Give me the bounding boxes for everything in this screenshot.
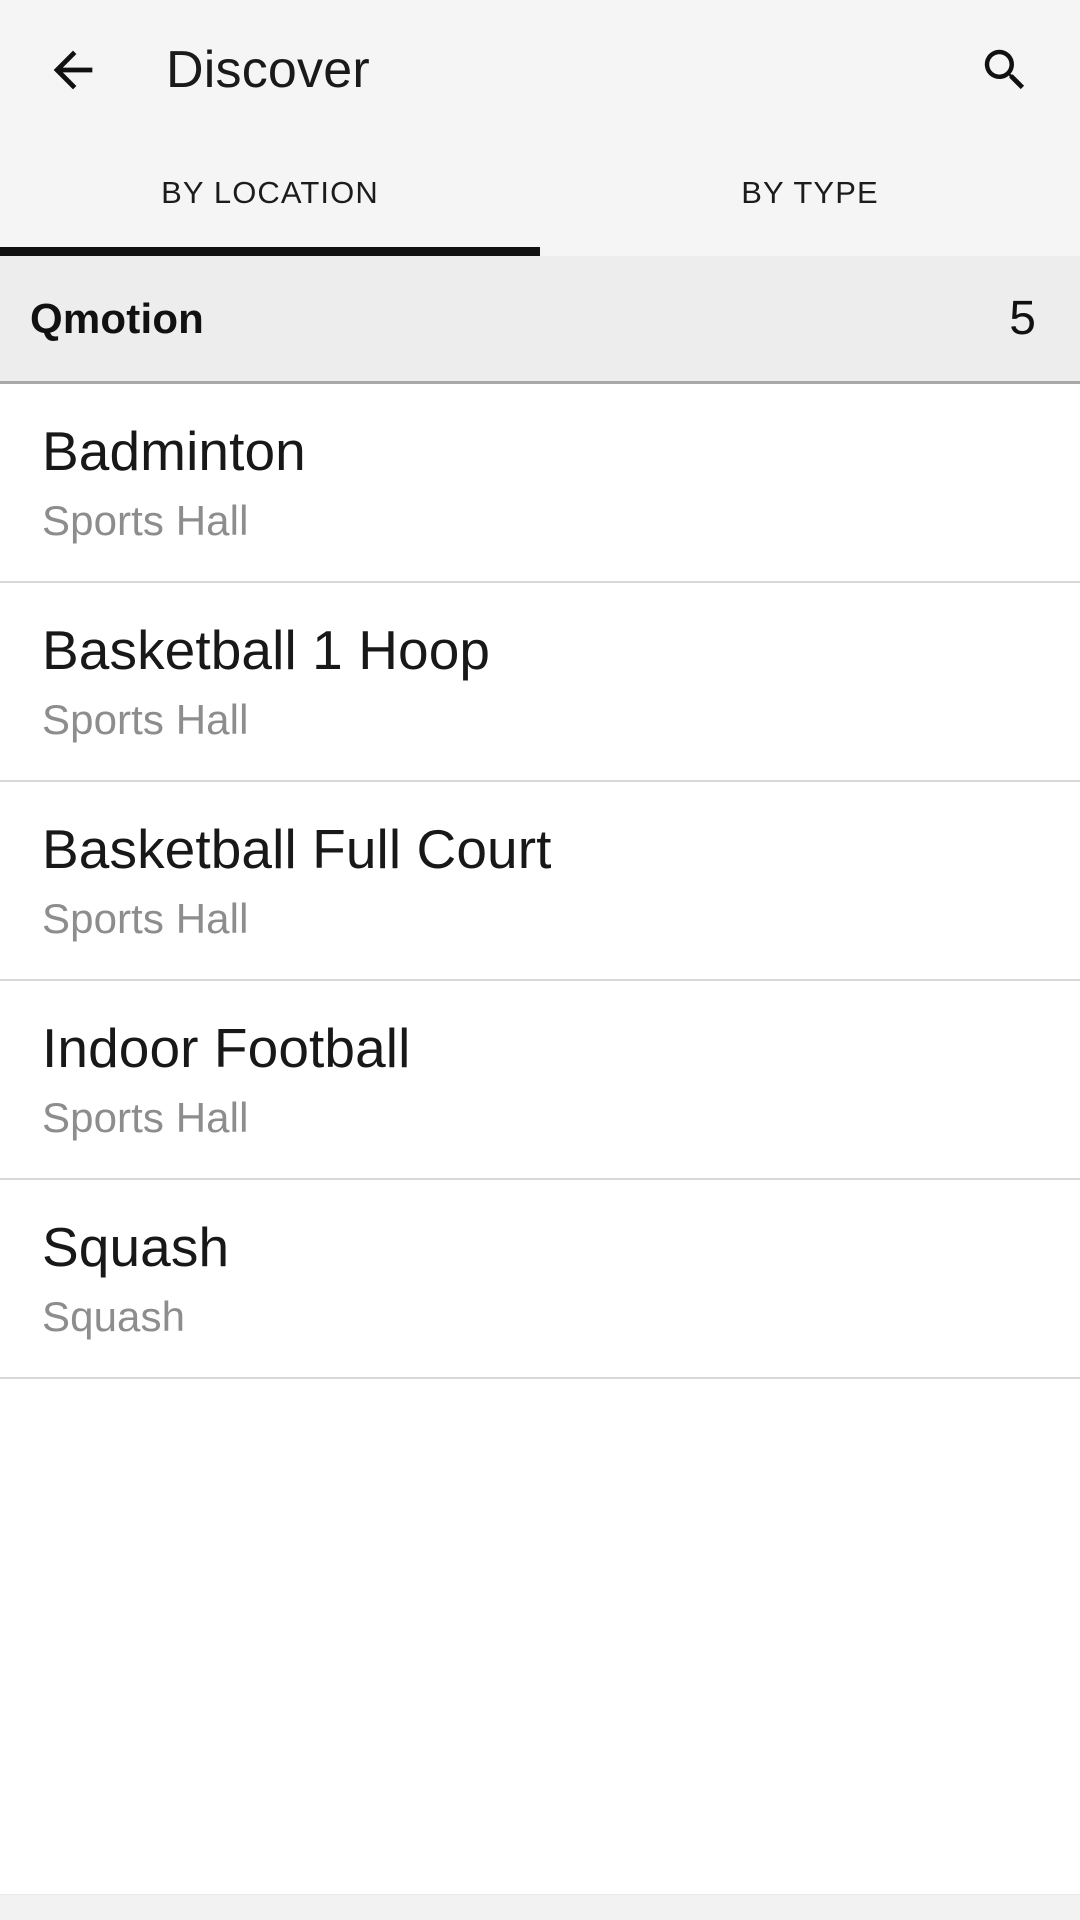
- list-item-subtitle: Sports Hall: [42, 497, 249, 545]
- list-item-title: Squash: [42, 1215, 230, 1278]
- tab-bar: BY LOCATION BY TYPE: [0, 140, 1080, 256]
- list-item[interactable]: Indoor Football Sports Hall: [0, 981, 1080, 1180]
- list-item-title: Badminton: [42, 419, 306, 482]
- activity-list: Badminton Sports Hall Basketball 1 Hoop …: [0, 384, 1080, 1920]
- tab-active-indicator: [0, 247, 540, 256]
- arrow-left-icon: [44, 41, 102, 99]
- list-item[interactable]: Basketball 1 Hoop Sports Hall: [0, 583, 1080, 782]
- list-item[interactable]: Badminton Sports Hall: [0, 384, 1080, 583]
- list-item-subtitle: Sports Hall: [42, 1094, 249, 1142]
- app-bar: Discover: [0, 0, 1080, 140]
- search-button[interactable]: [950, 15, 1060, 125]
- page-title: Discover: [166, 41, 370, 99]
- list-item-title: Indoor Football: [42, 1016, 411, 1079]
- list-item-subtitle: Squash: [42, 1293, 186, 1341]
- system-navigation-bar: [0, 1894, 1080, 1920]
- section-header-qmotion[interactable]: Qmotion 5: [0, 256, 1080, 384]
- tab-by-type[interactable]: BY TYPE: [540, 140, 1080, 256]
- list-item-title: Basketball 1 Hoop: [42, 618, 491, 681]
- list-item-subtitle: Sports Hall: [42, 696, 249, 744]
- section-title: Qmotion: [30, 294, 205, 342]
- section-count-badge: 5: [1009, 292, 1036, 345]
- list-item[interactable]: Squash Squash: [0, 1180, 1080, 1379]
- list-item-subtitle: Sports Hall: [42, 895, 249, 943]
- discover-screen: Discover BY LOCATION BY TYPE Qmotion 5 B…: [0, 0, 1080, 1920]
- search-icon: [978, 43, 1032, 97]
- tab-by-location-label: BY LOCATION: [161, 175, 379, 210]
- back-button[interactable]: [18, 15, 128, 125]
- list-item-title: Basketball Full Court: [42, 817, 552, 880]
- tab-by-location[interactable]: BY LOCATION: [0, 140, 540, 256]
- list-item[interactable]: Basketball Full Court Sports Hall: [0, 782, 1080, 981]
- tab-by-type-label: BY TYPE: [741, 175, 879, 210]
